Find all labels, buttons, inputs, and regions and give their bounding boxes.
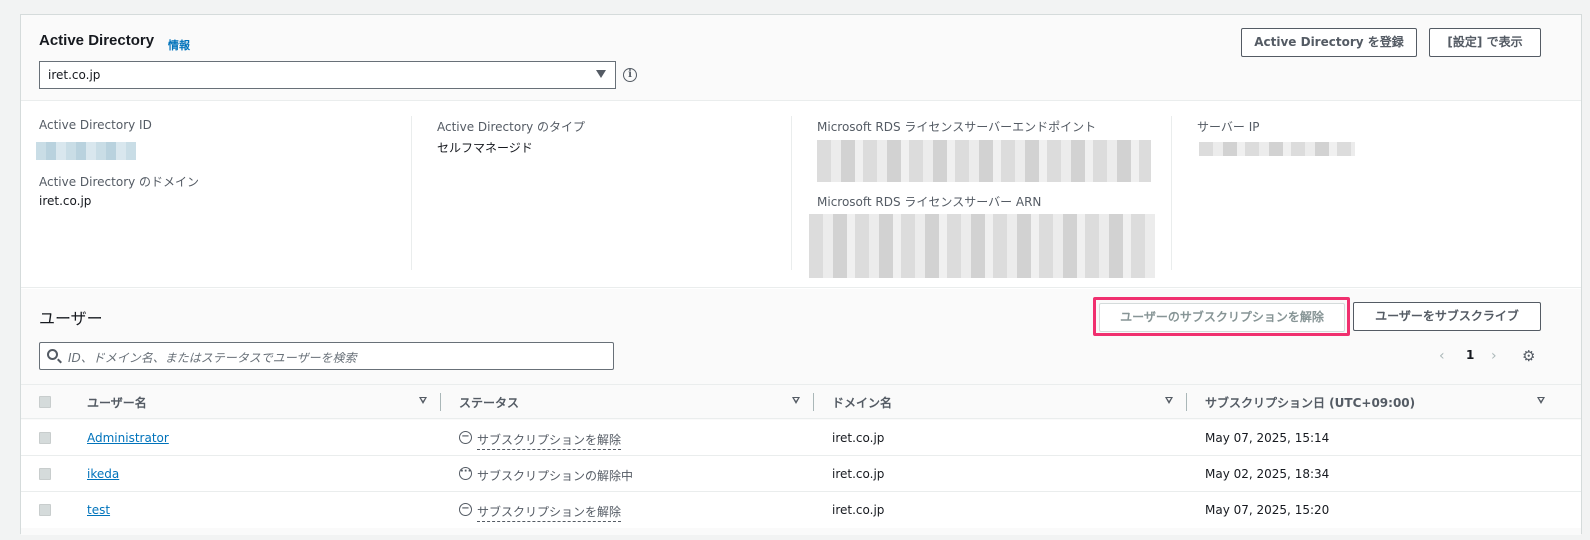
domain-cell: iret.co.jp [832,467,885,481]
directory-select-value: iret.co.jp [48,68,101,82]
username-link[interactable]: test [87,503,110,517]
ad-id-value-redacted [36,142,136,160]
column-header-status[interactable]: ステータス [459,394,519,411]
ad-domain-value: iret.co.jp [39,194,92,208]
chevron-right-icon[interactable]: › [1491,348,1497,364]
info-icon[interactable]: i [623,68,637,82]
ad-type-value: セルフマネージド [437,141,533,155]
sort-icon[interactable] [1537,397,1545,404]
server-ip-value-redacted [1199,142,1355,156]
column-resizer[interactable] [813,393,814,411]
column-resizer[interactable] [1186,393,1187,411]
column-divider [791,116,792,270]
gear-icon[interactable]: ⚙ [1522,347,1535,365]
subscribe-users-button[interactable]: ユーザーをサブスクライブ [1353,302,1541,331]
date-cell: May 07, 2025, 15:14 [1205,431,1330,445]
table-row[interactable]: test − サブスクリプションを解除 iret.co.jp May 07, 2… [21,492,1581,528]
active-directory-panel: Active Directory 情報 iret.co.jp i Active … [20,14,1582,535]
directory-select[interactable]: iret.co.jp [39,61,616,89]
panel-header: Active Directory 情報 iret.co.jp i Active … [21,15,1581,101]
row-checkbox[interactable] [39,468,51,480]
search-placeholder: ID、ドメイン名、またはステータスでユーザーを検索 [68,351,357,365]
ad-type-label: Active Directory のタイプ [437,120,586,134]
username-link[interactable]: ikeda [87,467,119,481]
column-divider [1171,116,1172,270]
column-header-domain[interactable]: ドメイン名 [832,394,892,411]
table-row[interactable]: ikeda ··· サブスクリプションの解除中 iret.co.jp May 0… [21,456,1581,492]
server-ip-label: サーバー IP [1197,120,1260,134]
chevron-left-icon[interactable]: ‹ [1439,348,1445,364]
status-text: サブスクリプションの解除中 [477,469,634,483]
minus-circle-icon: − [459,503,472,516]
ad-id-label: Active Directory ID [39,118,152,132]
register-active-directory-button[interactable]: Active Directory を登録 [1241,28,1417,57]
column-divider [411,116,412,270]
table-header: ユーザー名 ステータス ドメイン名 サブスクリプション日 (UTC+09:00) [21,384,1581,419]
sort-icon[interactable] [792,397,800,404]
username-link[interactable]: Administrator [87,431,169,445]
select-all-checkbox[interactable] [39,396,51,408]
rds-endpoint-label: Microsoft RDS ライセンスサーバーエンドポイント [817,120,1097,134]
column-header-subscription-date[interactable]: サブスクリプション日 (UTC+09:00) [1205,394,1415,411]
date-cell: May 02, 2025, 18:34 [1205,467,1330,481]
row-checkbox[interactable] [39,432,51,444]
unsubscribe-users-button[interactable]: ユーザーのサブスクリプションを解除 [1099,303,1345,332]
pending-circle-icon: ··· [459,467,472,480]
info-link[interactable]: 情報 [168,37,190,53]
sort-icon[interactable] [419,397,427,404]
users-section: ユーザー ユーザーのサブスクリプションを解除 ユーザーをサブスクライブ ID、ド… [21,289,1581,535]
rds-arn-label: Microsoft RDS ライセンスサーバー ARN [817,195,1042,209]
page-number[interactable]: 1 [1466,348,1474,362]
sort-icon[interactable] [1165,397,1173,404]
ad-domain-label: Active Directory のドメイン [39,175,200,189]
minus-circle-icon: − [459,431,472,444]
row-checkbox[interactable] [39,504,51,516]
search-input[interactable]: ID、ドメイン名、またはステータスでユーザーを検索 [39,342,614,370]
status-text[interactable]: サブスクリプションを解除 [477,503,622,522]
directory-details: Active Directory ID Active Directory のドメ… [21,102,1581,288]
date-cell: May 07, 2025, 15:20 [1205,503,1330,517]
status-text[interactable]: サブスクリプションを解除 [477,431,622,450]
caret-down-icon [596,70,606,78]
rds-endpoint-value-redacted [817,140,1151,182]
column-header-username[interactable]: ユーザー名 [87,394,147,411]
view-in-settings-button[interactable]: [設定] で表示 [1429,28,1541,57]
rds-arn-value-redacted [809,214,1155,278]
domain-cell: iret.co.jp [832,431,885,445]
page-title: Active Directory [39,32,155,49]
table-row[interactable]: Administrator − サブスクリプションを解除 iret.co.jp … [21,420,1581,456]
domain-cell: iret.co.jp [832,503,885,517]
search-icon [47,349,58,360]
users-title: ユーザー [39,309,103,328]
column-resizer[interactable] [440,393,441,411]
